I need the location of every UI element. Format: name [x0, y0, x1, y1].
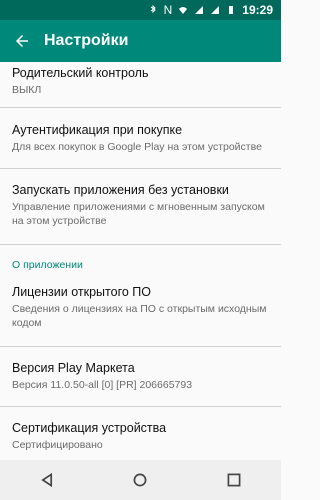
wifi-icon	[179, 7, 188, 14]
home-circle-icon	[134, 473, 147, 487]
setting-title: Родительский контроль	[12, 66, 149, 80]
setting-purchase-auth[interactable]: Аутентификация при покупке Для всех поку…	[0, 108, 281, 169]
bluetooth-icon	[150, 5, 156, 14]
status-bar: N 19:29	[0, 0, 281, 20]
setting-title: Версия Play Маркета	[12, 361, 135, 375]
back-nav-button[interactable]	[25, 460, 69, 500]
settings-list: Родительский контроль ВЫКЛ Аутентификаци…	[0, 62, 281, 460]
setting-summary: Сведения о лицензиях на ПО с открытым ис…	[12, 303, 267, 329]
setting-play-version[interactable]: Версия Play Маркета Версия 11.0.50-all […	[0, 347, 281, 407]
setting-open-source-licenses[interactable]: Лицензии открытого ПО Сведения о лицензи…	[0, 275, 281, 347]
home-nav-button[interactable]	[118, 460, 162, 500]
setting-parental-controls[interactable]: Родительский контроль ВЫКЛ	[0, 62, 281, 108]
back-button[interactable]	[0, 20, 44, 62]
setting-title: Запускать приложения без установки	[12, 183, 229, 197]
signal-icon	[211, 6, 220, 14]
setting-summary: ВЫКЛ	[12, 84, 42, 96]
back-triangle-icon	[41, 473, 52, 487]
setting-title: Сертификация устройства	[12, 421, 167, 435]
app-bar: Настройки	[0, 20, 281, 62]
navigation-bar	[0, 460, 281, 500]
setting-instant-apps[interactable]: Запускать приложения без установки Управ…	[0, 169, 281, 245]
signal-icon	[195, 6, 204, 14]
battery-icon	[229, 6, 234, 14]
setting-summary: Для всех покупок в Google Play на этом у…	[12, 141, 262, 153]
setting-summary: Управление приложениями с мгновенным зап…	[12, 201, 265, 227]
setting-summary: Сертифицировано	[12, 439, 103, 451]
status-icons: N 19:29	[148, 3, 273, 17]
setting-title: Аутентификация при покупке	[12, 123, 183, 137]
page-title: Настройки	[44, 32, 129, 49]
setting-title: Лицензии открытого ПО	[12, 285, 151, 299]
n-icon: N	[163, 3, 173, 17]
section-about: О приложении	[12, 259, 83, 271]
status-time: 19:29	[242, 3, 273, 17]
recents-nav-button[interactable]	[212, 460, 256, 500]
recents-square-icon	[227, 473, 241, 487]
setting-device-certification[interactable]: Сертификация устройства Сертифицировано	[0, 407, 281, 460]
arrow-back-icon	[16, 35, 28, 47]
setting-summary: Версия 11.0.50-all [0] [PR] 206665793	[12, 379, 193, 391]
